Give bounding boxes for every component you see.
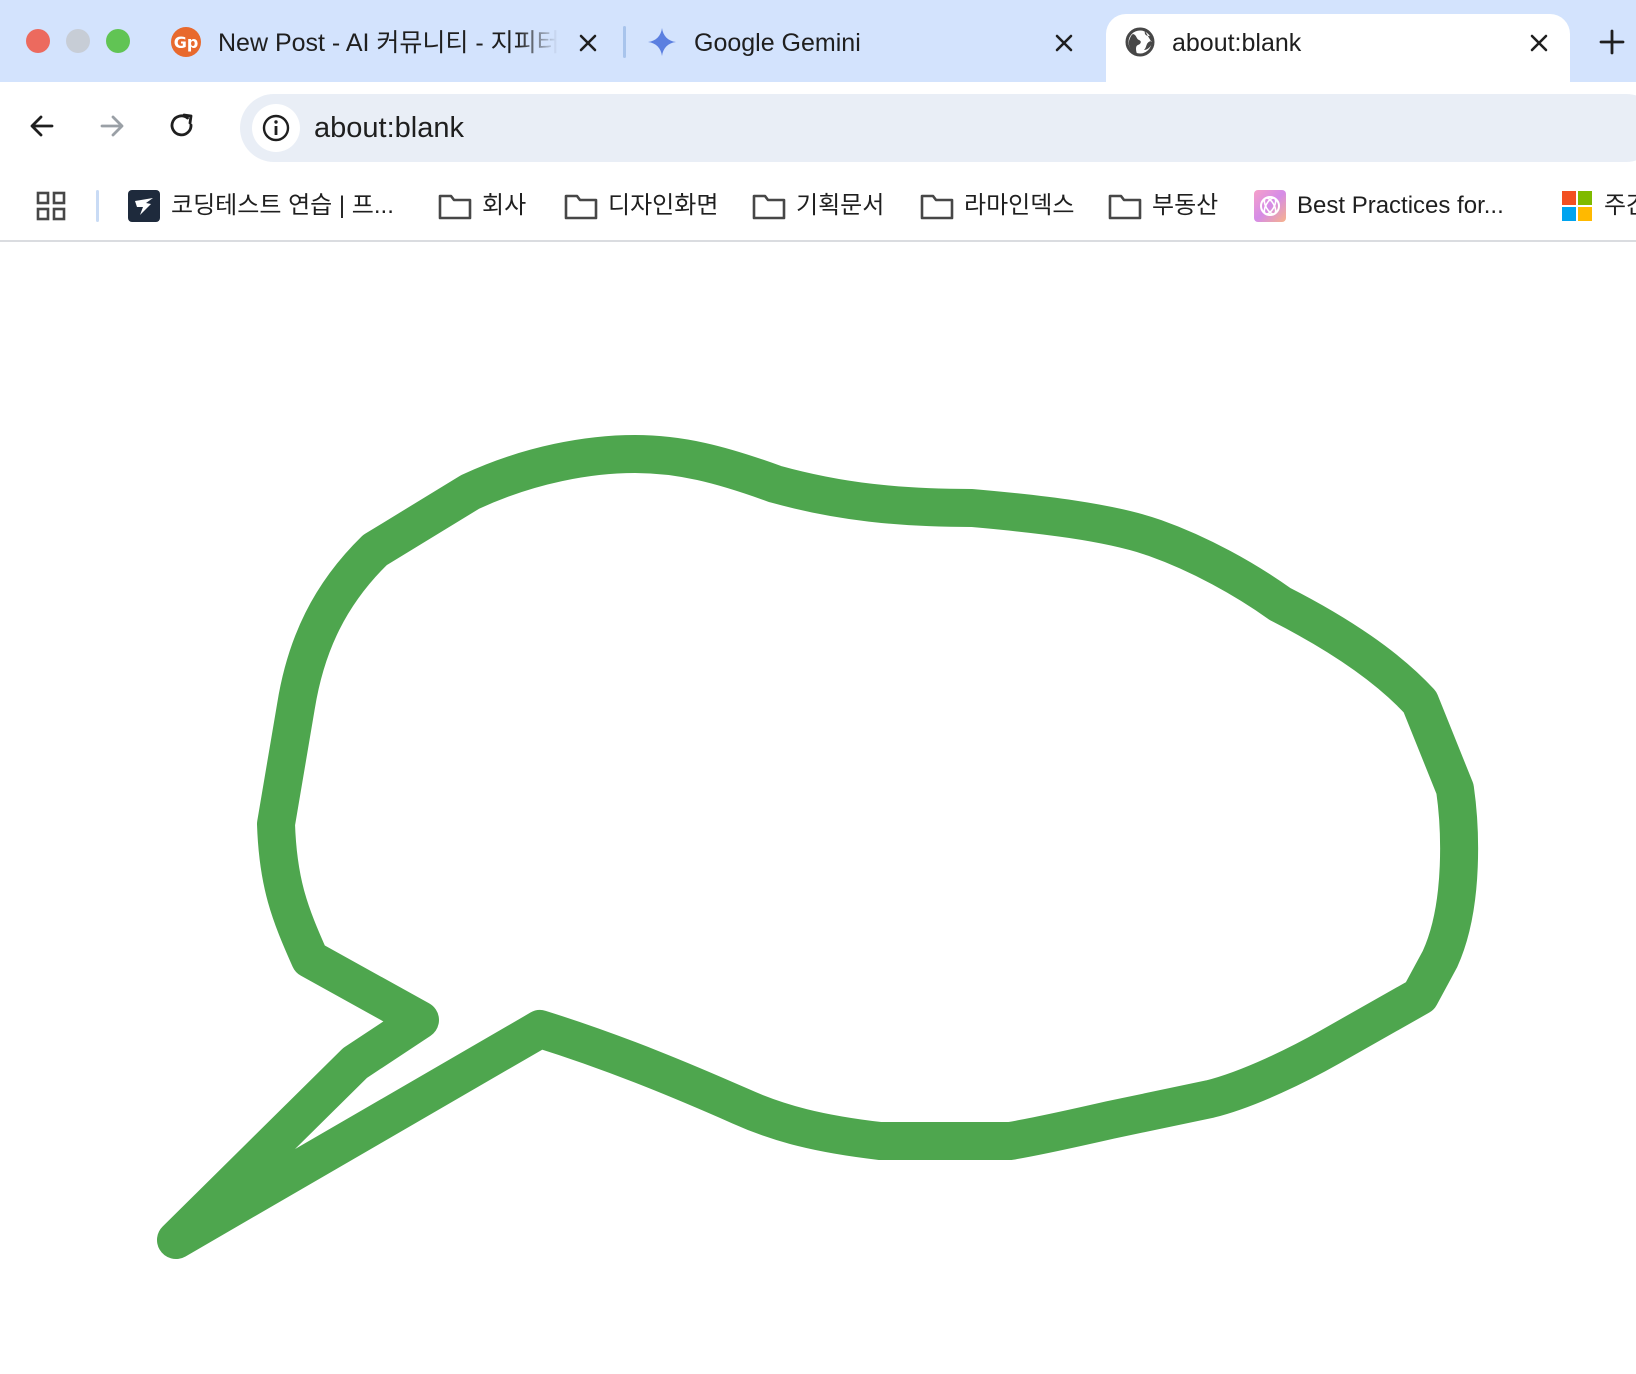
folder-icon	[564, 189, 598, 223]
bookmark-folder-design[interactable]: 디자인화면	[564, 188, 718, 224]
bookmark-label: 라마인덱스	[964, 192, 1075, 219]
close-icon[interactable]	[573, 28, 603, 58]
openai-logo-icon	[1253, 189, 1287, 223]
speech-bubble-drawing	[157, 435, 1479, 1259]
apps-button[interactable]	[34, 188, 68, 224]
tab-google-gemini[interactable]: Google Gemini	[646, 14, 1086, 82]
tab-about-blank[interactable]: about:blank	[1106, 14, 1570, 82]
folder-icon	[920, 189, 954, 223]
address-bar[interactable]: about:blank	[240, 94, 1636, 162]
window-minimize-button[interactable]	[66, 29, 90, 53]
tab-title: about:blank	[1172, 29, 1302, 57]
microsoft-logo-icon	[1560, 189, 1594, 223]
toolbar: about:blank	[0, 82, 1636, 172]
bookmark-best-practices[interactable]: Best Practices for...	[1253, 188, 1504, 224]
plus-icon	[1599, 29, 1625, 55]
window-zoom-button[interactable]	[106, 29, 130, 53]
programmers-icon	[127, 189, 161, 223]
page-content[interactable]	[0, 244, 1636, 1374]
window-close-button[interactable]	[26, 29, 50, 53]
tab-strip: Gp New Post - AI 커뮤니티 - 지피터 Google Gemin…	[0, 0, 1636, 82]
reload-icon	[170, 113, 193, 137]
bookmarks-bar: 코딩테스트 연습 | 프... 회사 디자인화면 기획문서 라마인덱스 부동산	[0, 172, 1636, 242]
bookmark-label: 기획문서	[796, 192, 885, 219]
bookmark-folder-llamaindex[interactable]: 라마인덱스	[920, 188, 1074, 224]
apps-grid-icon	[34, 189, 68, 223]
tab-title: New Post - AI 커뮤니티 - 지피터	[218, 29, 558, 57]
bookmark-weekly[interactable]: 주간	[1560, 188, 1636, 224]
tab-new-post[interactable]: Gp New Post - AI 커뮤니티 - 지피터	[170, 14, 610, 82]
folder-icon	[438, 189, 472, 223]
close-icon[interactable]	[1524, 28, 1554, 58]
bookmark-label: 회사	[482, 192, 527, 219]
bookmark-label: 디자인화면	[608, 192, 719, 219]
info-icon	[262, 114, 290, 142]
tab-title: Google Gemini	[694, 29, 861, 57]
gemini-sparkle-icon	[646, 26, 678, 58]
folder-icon	[1108, 189, 1142, 223]
bookmark-label: 코딩테스트 연습 | 프...	[171, 192, 394, 219]
arrow-left-icon	[30, 115, 54, 137]
bookmark-coding-test[interactable]: 코딩테스트 연습 | 프...	[127, 188, 394, 224]
url-text[interactable]: about:blank	[314, 111, 464, 145]
bookmark-folder-company[interactable]: 회사	[438, 188, 526, 224]
svg-text:Gp: Gp	[174, 33, 199, 52]
folder-icon	[752, 189, 786, 223]
bookmarks-separator	[96, 190, 99, 222]
tab-separator	[623, 26, 626, 58]
back-button[interactable]	[20, 104, 64, 148]
site-info-button[interactable]	[252, 104, 300, 152]
bookmark-label: Best Practices for...	[1297, 192, 1504, 219]
new-tab-button[interactable]	[1592, 22, 1632, 62]
reload-button[interactable]	[160, 104, 204, 148]
close-icon[interactable]	[1049, 28, 1079, 58]
bookmark-folder-planning[interactable]: 기획문서	[752, 188, 884, 224]
gpters-logo-icon: Gp	[170, 26, 202, 58]
arrow-right-icon	[100, 115, 124, 137]
bookmark-folder-realestate[interactable]: 부동산	[1108, 188, 1218, 224]
bookmark-label: 부동산	[1152, 192, 1219, 219]
globe-icon	[1124, 26, 1156, 58]
forward-button[interactable]	[90, 104, 134, 148]
bookmark-label: 주간	[1604, 192, 1636, 219]
